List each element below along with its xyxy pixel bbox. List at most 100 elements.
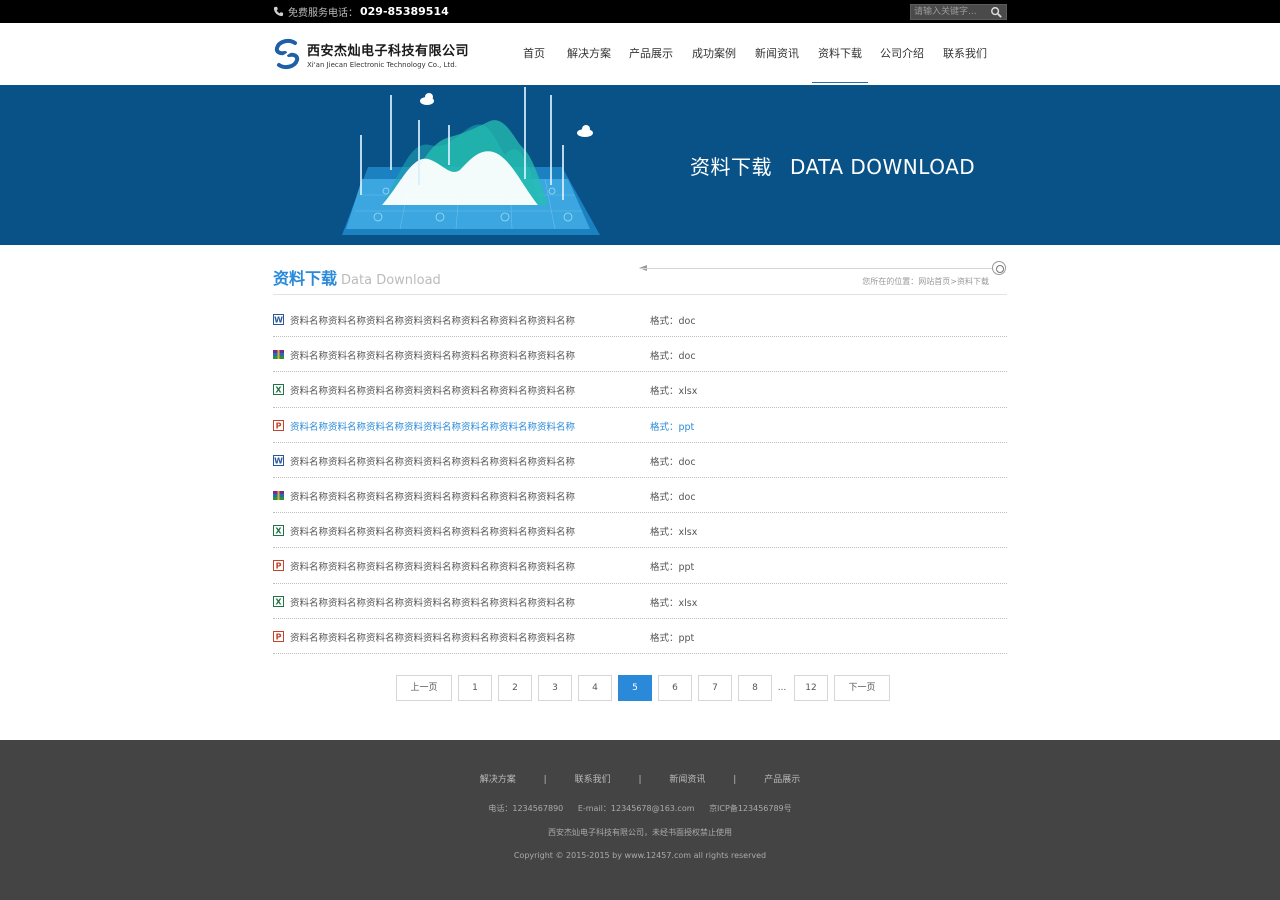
nav-cases[interactable]: 成功案例 xyxy=(682,23,746,85)
download-format: 格式：xlsx xyxy=(650,527,698,539)
download-format: 格式：doc xyxy=(650,456,696,468)
footer-link-products[interactable]: 产品展示 xyxy=(764,772,800,785)
download-item[interactable]: 资料名称资料名称资料名称资料资料名称资料名称资料名称资料名称 格式：doc xyxy=(273,337,1007,373)
download-item[interactable]: W 资料名称资料名称资料名称资料资料名称资料名称资料名称资料名称 格式：doc xyxy=(273,302,1007,338)
excel-icon: X xyxy=(273,595,284,607)
page-button-1[interactable]: 1 xyxy=(458,675,492,701)
footer-separator: | xyxy=(543,775,547,785)
logo-company-name-en: Xi'an Jiecan Electronic Technology Co., … xyxy=(307,60,457,69)
download-item[interactable]: P 资料名称资料名称资料名称资料资料名称资料名称资料名称资料名称 格式：ppt xyxy=(273,619,1007,654)
nav-products[interactable]: 产品展示 xyxy=(620,23,682,85)
powerpoint-icon: P xyxy=(273,560,284,572)
page-button-8[interactable]: 8 xyxy=(738,675,772,701)
footer-separator: | xyxy=(638,775,642,785)
download-item[interactable]: P 资料名称资料名称资料名称资料资料名称资料名称资料名称资料名称 格式：ppt xyxy=(273,408,1007,443)
download-item[interactable]: X 资料名称资料名称资料名称资料资料名称资料名称资料名称资料名称 格式：xlsx xyxy=(273,584,1007,619)
prev-page-button[interactable]: 上一页 xyxy=(396,675,452,701)
page-button-6[interactable]: 6 xyxy=(658,675,692,701)
search-icon[interactable] xyxy=(990,6,1003,19)
pagination: 上一页 1 2 3 4 5 6 7 8 ... 12 下一页 xyxy=(396,675,896,701)
svg-text:P: P xyxy=(276,632,282,641)
word-icon: W xyxy=(273,314,284,325)
download-name[interactable]: 资料名称资料名称资料名称资料资料名称资料名称资料名称资料名称 xyxy=(290,559,575,573)
footer-nav: 解决方案 | 联系我们 | 新闻资讯 | 产品展示 xyxy=(0,772,1280,785)
download-item[interactable]: W 资料名称资料名称资料名称资料资料名称资料名称资料名称资料名称 格式：doc xyxy=(273,443,1007,478)
nav-about[interactable]: 公司介绍 xyxy=(872,23,932,85)
section-divider xyxy=(273,294,1007,295)
page-button-12[interactable]: 12 xyxy=(794,675,828,701)
download-item[interactable]: X 资料名称资料名称资料名称资料资料名称资料名称资料名称资料名称 格式：xlsx xyxy=(273,513,1007,549)
page-button-7[interactable]: 7 xyxy=(698,675,732,701)
download-item[interactable]: X 资料名称资料名称资料名称资料资料名称资料名称资料名称资料名称 格式：xlsx xyxy=(273,372,1007,408)
page-banner: 资料下载 DATA DOWNLOAD xyxy=(0,85,1280,245)
svg-text:P: P xyxy=(276,562,282,571)
download-list: W 资料名称资料名称资料名称资料资料名称资料名称资料名称资料名称 格式：doc … xyxy=(273,302,1007,654)
section-title-en: Data Download xyxy=(341,273,441,288)
svg-text:X: X xyxy=(275,386,282,395)
download-name[interactable]: 资料名称资料名称资料名称资料资料名称资料名称资料名称资料名称 xyxy=(290,419,575,433)
download-name[interactable]: 资料名称资料名称资料名称资料资料名称资料名称资料名称资料名称 xyxy=(290,383,575,397)
footer-icp[interactable]: 京ICP备123456789号 xyxy=(709,804,792,813)
breadcrumb-line xyxy=(640,268,1000,269)
phone-label: 免费服务电话： xyxy=(288,8,358,19)
page-button-2[interactable]: 2 xyxy=(498,675,532,701)
word-icon: W xyxy=(273,454,284,466)
section-title: 资料下载 Data Download xyxy=(273,265,441,289)
download-name[interactable]: 资料名称资料名称资料名称资料资料名称资料名称资料名称资料名称 xyxy=(290,313,575,327)
download-format: 格式：ppt xyxy=(650,421,695,433)
download-item[interactable]: P 资料名称资料名称资料名称资料资料名称资料名称资料名称资料名称 格式：ppt xyxy=(273,548,1007,584)
download-format: 格式：ppt xyxy=(650,562,695,574)
phone-icon xyxy=(273,6,284,17)
powerpoint-icon: P xyxy=(273,419,284,431)
nav-home[interactable]: 首页 xyxy=(510,23,558,85)
footer-link-solutions[interactable]: 解决方案 xyxy=(480,772,516,785)
pagination-ellipsis: ... xyxy=(777,683,787,693)
nav-downloads[interactable]: 资料下载 xyxy=(812,23,868,85)
logo-mark-icon xyxy=(274,38,300,70)
banner-title-en: DATA DOWNLOAD xyxy=(790,155,976,179)
excel-icon: X xyxy=(273,525,284,537)
nav-solutions[interactable]: 解决方案 xyxy=(558,23,620,85)
breadcrumb-circle-icon xyxy=(992,261,1006,275)
download-name[interactable]: 资料名称资料名称资料名称资料资料名称资料名称资料名称资料名称 xyxy=(290,524,575,538)
svg-text:P: P xyxy=(276,421,282,430)
download-format: 格式：doc xyxy=(650,351,696,363)
search-box xyxy=(910,4,1007,20)
download-name[interactable]: 资料名称资料名称资料名称资料资料名称资料名称资料名称资料名称 xyxy=(290,630,575,644)
excel-icon: X xyxy=(273,384,284,396)
page-button-5-current[interactable]: 5 xyxy=(618,675,652,701)
svg-text:W: W xyxy=(274,316,283,325)
top-bar: 免费服务电话： 029-85389514 xyxy=(0,0,1280,23)
page-button-3[interactable]: 3 xyxy=(538,675,572,701)
download-name[interactable]: 资料名称资料名称资料名称资料资料名称资料名称资料名称资料名称 xyxy=(290,454,575,468)
download-format: 格式：ppt xyxy=(650,632,695,644)
svg-text:X: X xyxy=(275,527,282,536)
banner-title: 资料下载 DATA DOWNLOAD xyxy=(690,151,975,180)
site-footer: 解决方案 | 联系我们 | 新闻资讯 | 产品展示 电话：1234567890 … xyxy=(0,740,1280,900)
next-page-button[interactable]: 下一页 xyxy=(834,675,890,701)
company-logo[interactable]: 西安杰灿电子科技有限公司 Xi'an Jiecan Electronic Tec… xyxy=(273,37,469,71)
section-title-cn: 资料下载 xyxy=(273,269,338,288)
download-name[interactable]: 资料名称资料名称资料名称资料资料名称资料名称资料名称资料名称 xyxy=(290,348,575,362)
footer-separator: | xyxy=(733,775,737,785)
powerpoint-icon: P xyxy=(273,630,284,642)
svg-text:X: X xyxy=(275,597,282,606)
download-item[interactable]: 资料名称资料名称资料名称资料资料名称资料名称资料名称资料名称 格式：doc xyxy=(273,478,1007,514)
logo-company-name: 西安杰灿电子科技有限公司 xyxy=(307,43,470,59)
download-name[interactable]: 资料名称资料名称资料名称资料资料名称资料名称资料名称资料名称 xyxy=(290,489,575,503)
download-format: 格式：xlsx xyxy=(650,597,698,609)
nav-news[interactable]: 新闻资讯 xyxy=(746,23,808,85)
breadcrumb[interactable]: 您所在的位置：网站首页>资料下载 xyxy=(862,276,989,287)
phone-number: 029-85389514 xyxy=(360,5,449,18)
footer-contact-line: 电话：1234567890 E-mail：12345678@163.com 京I… xyxy=(0,803,1280,814)
footer-copyright: Copyright © 2015-2015 by www.12457.com a… xyxy=(513,851,767,860)
footer-email: E-mail：12345678@163.com xyxy=(577,804,695,813)
nav-contact[interactable]: 联系我们 xyxy=(932,23,998,85)
footer-link-news[interactable]: 新闻资讯 xyxy=(669,772,705,785)
footer-company: 西安杰灿电子科技有限公司，未经书面授权禁止使用 xyxy=(548,828,732,837)
data-chart-illustration xyxy=(342,87,600,235)
search-input[interactable] xyxy=(914,6,990,18)
download-name[interactable]: 资料名称资料名称资料名称资料资料名称资料名称资料名称资料名称 xyxy=(290,595,575,609)
footer-link-contact[interactable]: 联系我们 xyxy=(575,772,611,785)
page-button-4[interactable]: 4 xyxy=(578,675,612,701)
